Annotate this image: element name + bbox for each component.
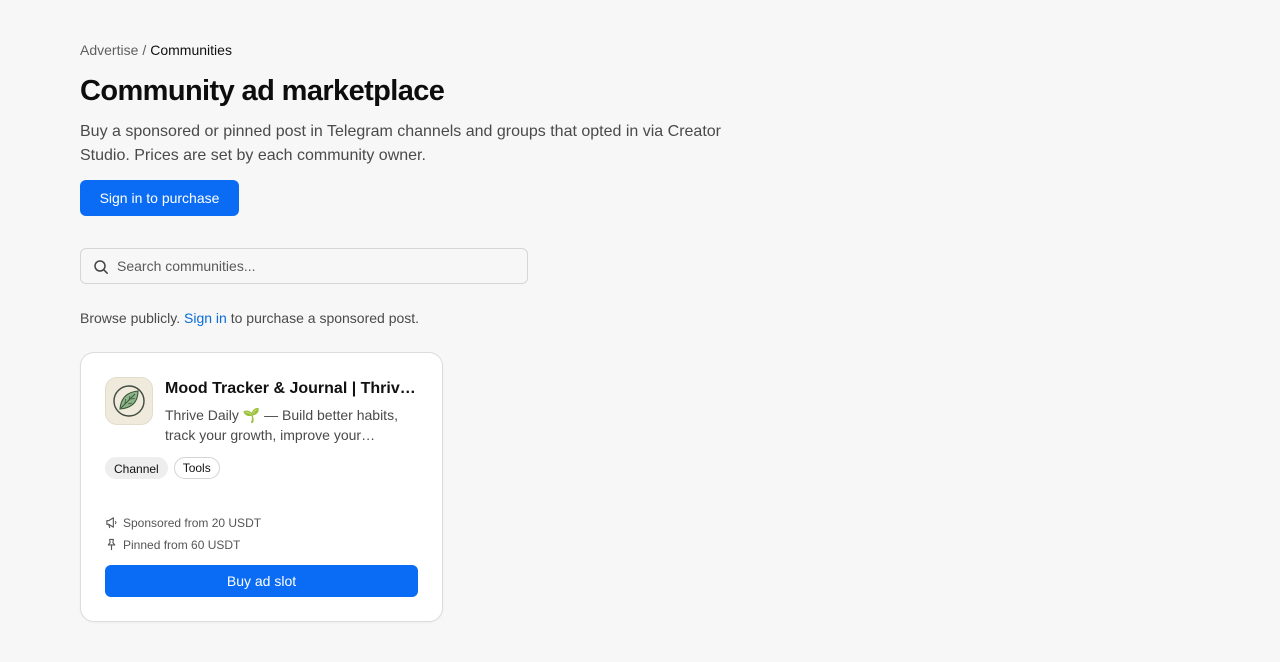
search-icon — [94, 260, 108, 274]
search-box[interactable] — [80, 248, 528, 284]
pinned-price: Pinned from 60 USDT — [105, 537, 240, 553]
page-description: Buy a sponsored or pinned post in Telegr… — [80, 123, 721, 164]
community-description: Thrive Daily 🌱 — Build better habits, tr… — [165, 407, 398, 443]
leaf-icon — [113, 385, 145, 417]
sponsored-price-label: Sponsored from 20 USDT — [123, 516, 262, 530]
browse-note-prefix: Browse publicly. — [80, 310, 181, 326]
search-input[interactable] — [117, 249, 517, 283]
sponsored-price: Sponsored from 20 USDT — [105, 515, 261, 531]
browse-note: Browse publicly. Sign in to purchase a s… — [80, 310, 419, 326]
breadcrumb-separator: / — [142, 42, 147, 58]
megaphone-icon — [106, 517, 117, 529]
breadcrumb-advertise-link[interactable]: Advertise — [80, 42, 138, 58]
community-avatar — [105, 377, 153, 425]
sign-in-link[interactable]: Sign in — [184, 310, 227, 326]
community-card: Mood Tracker & Journal | Thrive Daily Th… — [80, 352, 443, 622]
community-tags: Channel Tools — [105, 457, 220, 479]
page-title: Community ad marketplace — [80, 75, 445, 107]
sign-in-to-purchase-button[interactable]: Sign in to purchase — [80, 180, 239, 216]
tag-channel: Channel — [105, 457, 168, 479]
breadcrumb-current: Communities — [150, 42, 232, 58]
breadcrumb: Advertise / Communities — [80, 42, 232, 58]
page: Advertise / Communities Community ad marke… — [0, 0, 1280, 662]
tag-tools: Tools — [173, 457, 220, 479]
browse-note-suffix: to purchase a sponsored post. — [230, 310, 420, 326]
community-title[interactable]: Mood Tracker & Journal | Thrive Daily — [165, 379, 417, 399]
pin-icon — [107, 538, 116, 551]
pinned-price-label: Pinned from 60 USDT — [123, 538, 241, 552]
buy-ad-slot-button[interactable]: Buy ad slot — [105, 565, 418, 597]
